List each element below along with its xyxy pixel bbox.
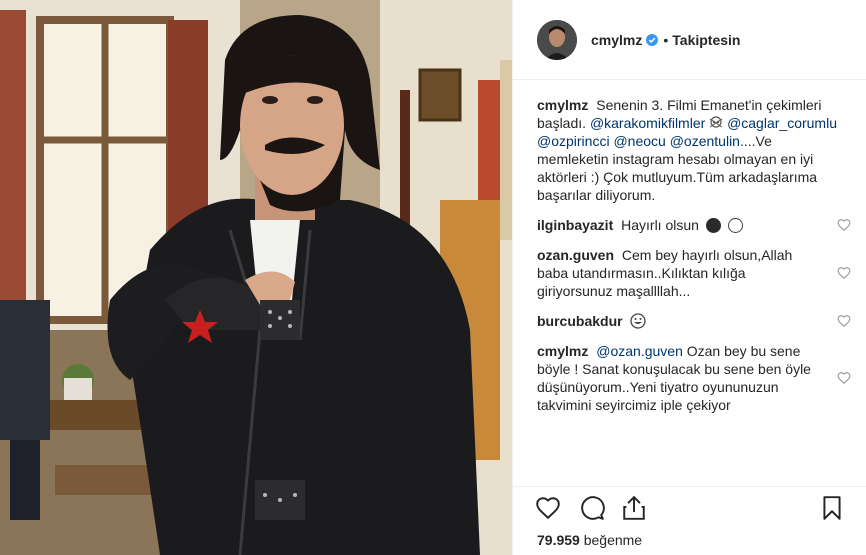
grinning-face-emoji-icon bbox=[630, 313, 647, 329]
comment-username[interactable]: ozan.guven bbox=[537, 247, 614, 263]
avatar[interactable] bbox=[537, 19, 577, 60]
post-header: cmylmz • Takiptesin bbox=[513, 0, 866, 80]
comment-item: burcubakdur bbox=[537, 312, 851, 330]
caption-username[interactable]: cmylmz bbox=[537, 97, 588, 113]
avatar-image bbox=[537, 19, 577, 60]
post-side-panel: cmylmz • Takiptesin cmylmz Senenin 3. Fi… bbox=[512, 0, 866, 555]
comment-username[interactable]: cmylmz bbox=[537, 343, 588, 359]
comment-like-heart-icon[interactable] bbox=[837, 371, 851, 385]
comment-username[interactable]: burcubakdur bbox=[537, 313, 623, 329]
heart-icon[interactable] bbox=[535, 495, 561, 521]
share-icon[interactable] bbox=[621, 495, 647, 521]
follow-status-button[interactable]: Takiptesin bbox=[672, 32, 740, 48]
comment-username[interactable]: ilginbayazit bbox=[537, 217, 613, 233]
caption-mention-caglar-corumlu[interactable]: @caglar_corumlu bbox=[727, 115, 837, 131]
header-separator: • bbox=[663, 31, 669, 48]
caption-mention-ozentulin[interactable]: @ozentulin bbox=[670, 133, 740, 149]
comment-item: cmylmz @ozan.guven Ozan bey bu sene böyl… bbox=[537, 342, 851, 414]
likes-label: beğenme bbox=[583, 532, 643, 548]
post-author-username[interactable]: cmylmz bbox=[591, 32, 642, 48]
verified-badge-icon bbox=[646, 33, 659, 46]
caption-mention-neocu[interactable]: @neocu bbox=[613, 133, 665, 149]
comment-bubble-icon[interactable] bbox=[579, 495, 605, 521]
caption-mention-karakomikfilmler[interactable]: @karakomikfilmler bbox=[590, 115, 705, 131]
comment-like-heart-icon[interactable] bbox=[837, 314, 851, 328]
comment-text: Hayırlı olsun bbox=[621, 217, 699, 233]
post-photo[interactable] bbox=[0, 0, 512, 555]
post-photo-illustration bbox=[0, 0, 512, 555]
hooded-person-emoji-icon bbox=[705, 218, 721, 233]
post-caption: cmylmz Senenin 3. Filmi Emanet'in çekiml… bbox=[537, 96, 851, 204]
comment-mention[interactable]: @ozan.guven bbox=[596, 343, 683, 359]
comment-like-heart-icon[interactable] bbox=[837, 218, 851, 232]
bookmark-icon[interactable] bbox=[819, 495, 845, 521]
caption-mention-ozpirincci[interactable]: @ozpirincci bbox=[537, 133, 610, 149]
comment-like-heart-icon[interactable] bbox=[837, 266, 851, 280]
comment-item: ozan.guven Cem bey hayırlı olsun,Allah b… bbox=[537, 246, 851, 300]
comment-item: ilginbayazit Hayırlı olsun bbox=[537, 216, 851, 234]
face-emoji-icon bbox=[727, 218, 743, 233]
skull-emoji-icon bbox=[709, 116, 723, 128]
post-actions-bar bbox=[513, 486, 866, 530]
likes-number: 79.959 bbox=[537, 532, 580, 548]
likes-count[interactable]: 79.959 beğenme bbox=[537, 532, 642, 548]
comment-list: cmylmz Senenin 3. Filmi Emanet'in çekiml… bbox=[537, 96, 851, 414]
